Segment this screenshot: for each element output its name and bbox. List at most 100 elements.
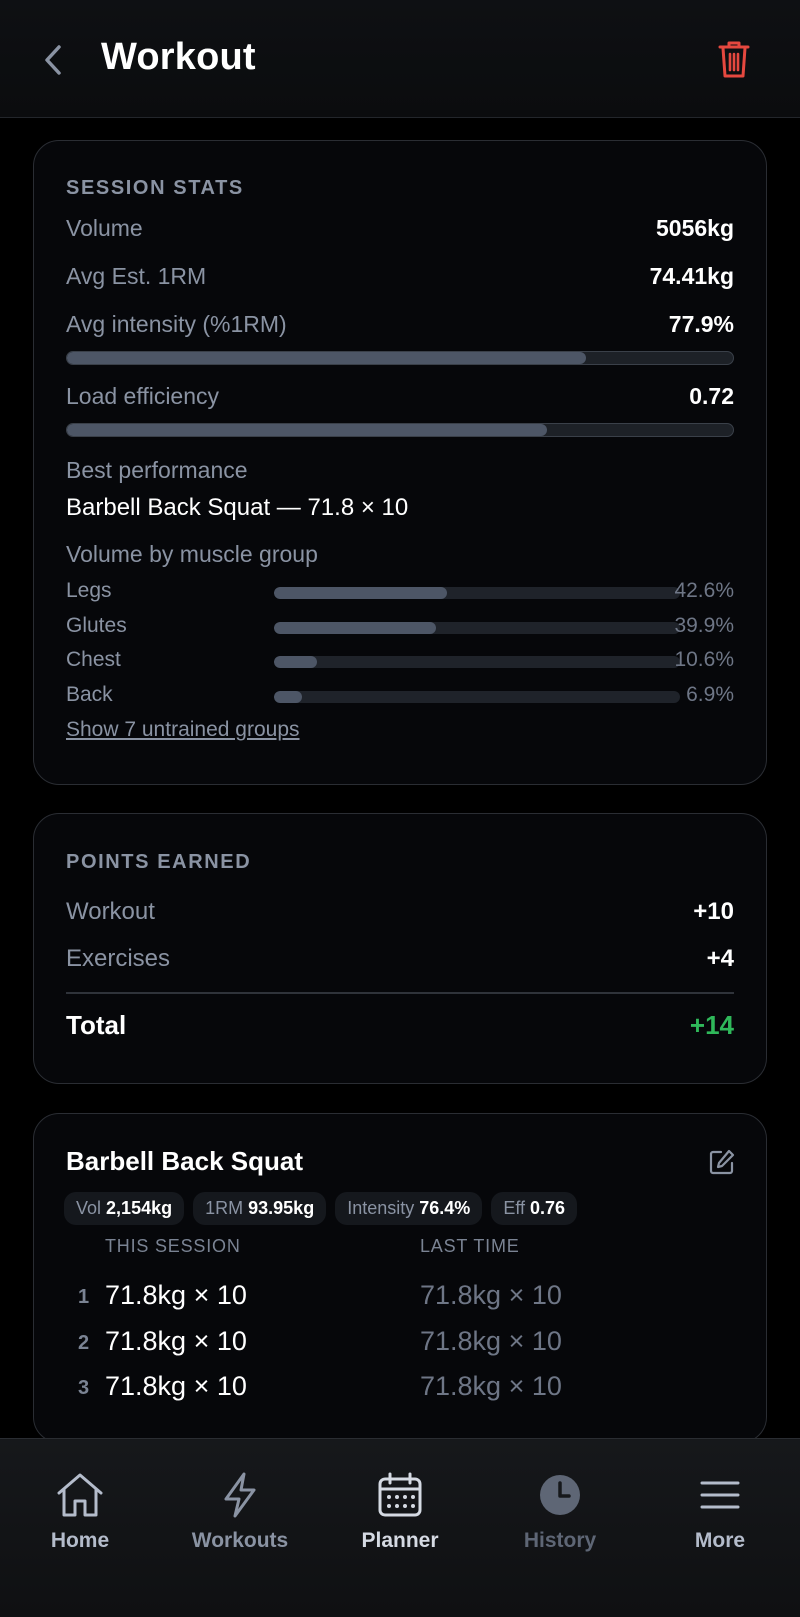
muscle-group-bar [274,587,680,599]
volume-row: Volume 5056kg [66,215,734,242]
set-current[interactable]: 71.8kg × 10 [105,1371,247,1402]
stat-value: 5056kg [655,215,734,241]
muscle-group-fill [274,622,436,634]
muscle-group-fill [274,691,302,703]
points-earned-card: POINTS EARNED Workout +10 Exercises +4 T… [33,813,767,1084]
chip-label: Vol [76,1198,102,1218]
last-time-header: LAST TIME [420,1236,520,1256]
muscle-group-percent: 10.6% [674,648,734,671]
muscle-group-bar [274,691,680,703]
muscle-group-name: Legs [66,579,112,602]
points-workout-row: Workout +10 [66,898,734,926]
stat-value: 77.9% [668,311,734,337]
muscle-group-name: Glutes [66,614,127,637]
nav-label: History [523,1529,597,1552]
volume-chip: Vol 2,154kg [64,1192,185,1225]
this-session-header: THIS SESSION [105,1236,241,1256]
muscle-group-row: Chest 10.6% [66,646,734,676]
header: Workout [0,0,800,118]
1rm-chip: 1RM 93.95kg [193,1192,327,1225]
nav-history[interactable]: History [490,1469,630,1553]
nav-label: Workouts [191,1529,289,1552]
nav-more[interactable]: More [650,1469,790,1553]
points-label: Workout [66,898,155,925]
section-title: SESSION STATS [66,177,244,199]
muscle-group-row: Glutes 39.9% [66,612,734,642]
load-efficiency-row: Load efficiency 0.72 [66,383,734,410]
muscle-group-percent: 6.9% [686,683,734,706]
nav-planner[interactable]: Planner [330,1469,470,1553]
nav-label: More [694,1529,746,1552]
chip-value: 93.95kg [248,1198,315,1218]
stat-label: Avg Est. 1RM [66,263,207,289]
intensity-chip: Intensity 76.4% [335,1192,483,1225]
clock-icon [534,1469,586,1521]
best-performance-label: Best performance [66,457,248,483]
muscle-group-row: Legs 42.6% [66,577,734,607]
progress-fill [67,352,586,364]
divider [66,992,734,994]
chip-value: 2,154kg [106,1198,173,1218]
edit-exercise-button[interactable] [706,1146,738,1178]
points-exercises-row: Exercises +4 [66,945,734,973]
menu-icon [694,1469,746,1521]
set-last-time: 71.8kg × 10 [420,1326,562,1356]
points-total-row: Total +14 [66,1010,734,1041]
calendar-icon [374,1469,426,1521]
lightning-icon [214,1469,266,1521]
exercise-name: Barbell Back Squat [66,1146,303,1176]
nav-home[interactable]: Home [10,1469,150,1553]
home-icon [54,1469,106,1521]
muscle-group-fill [274,656,318,668]
chip-label: 1RM [205,1198,244,1218]
set-last-time: 71.8kg × 10 [420,1280,562,1310]
muscle-group-percent: 42.6% [674,579,734,602]
nav-label: Planner [361,1529,439,1552]
nav-workouts[interactable]: Workouts [170,1469,310,1553]
points-value: +10 [693,898,734,925]
total-label: Total [66,1010,127,1040]
exercise-stats-chips: Vol 2,154kg 1RM 93.95kg Intensity 76.4% … [64,1192,578,1225]
section-title: POINTS EARNED [66,851,252,873]
nav-label: Home [50,1529,110,1552]
set-number: 1 [78,1286,90,1308]
chip-value: 0.76 [530,1198,566,1218]
trash-icon [718,41,750,78]
set-current[interactable]: 71.8kg × 10 [105,1280,247,1311]
muscle-group-row: Back 6.9% [66,681,734,711]
chip-label: Intensity [347,1198,415,1218]
exercise-card: Barbell Back Squat Vol 2,154kg 1RM 93.95… [33,1113,767,1443]
delete-workout-button[interactable] [712,36,756,82]
set-number: 3 [78,1377,90,1399]
best-performance-value: Barbell Back Squat — 71.8 × 10 [66,494,409,521]
stat-label: Volume [66,215,143,241]
session-stats-card: SESSION STATS Volume 5056kg Avg Est. 1RM… [33,140,767,785]
points-value: +4 [706,945,734,972]
total-value: +14 [689,1010,734,1040]
muscle-group-percent: 39.9% [674,614,734,637]
back-button[interactable] [36,38,70,82]
chevron-left-icon [45,45,61,75]
show-untrained-groups-link[interactable]: Show 7 untrained groups [66,718,300,742]
muscle-group-name: Back [66,683,113,706]
muscle-group-fill [274,587,447,599]
workout-screen: Workout SESSION STATS Volume 5056kg Avg … [0,0,800,1617]
stat-value: 0.72 [689,383,734,409]
progress-fill [67,424,547,436]
muscle-group-bar [274,622,680,634]
set-current[interactable]: 71.8kg × 10 [105,1326,247,1357]
points-label: Exercises [66,945,171,972]
page-title: Workout [101,36,256,78]
stat-label: Avg intensity (%1RM) [66,311,287,337]
muscle-group-name: Chest [66,648,121,671]
stat-value: 74.41kg [649,263,734,289]
stat-label: Load efficiency [66,383,220,409]
efficiency-chip: Eff 0.76 [491,1192,578,1225]
avg-intensity-row: Avg intensity (%1RM) 77.9% [66,311,734,338]
muscle-group-bar [274,656,680,668]
set-last-time: 71.8kg × 10 [420,1371,562,1401]
avg-1rm-row: Avg Est. 1RM 74.41kg [66,263,734,290]
efficiency-progress-bar [66,423,734,437]
chip-value: 76.4% [419,1198,471,1218]
edit-icon [709,1149,735,1175]
